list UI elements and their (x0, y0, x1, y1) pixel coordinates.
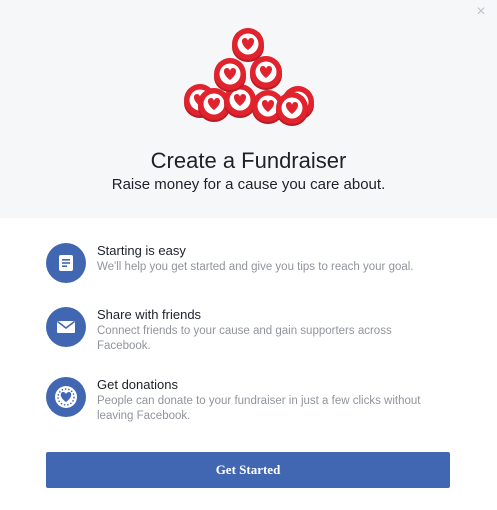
donation-heart-icon (46, 377, 86, 417)
get-started-button[interactable]: Get Started (46, 452, 450, 488)
hearts-pile-illustration (184, 28, 314, 126)
feature-title: Get donations (97, 377, 178, 392)
feature-description: People can donate to your fundraiser in … (97, 395, 421, 422)
feature-description: Connect friends to your cause and gain s… (97, 325, 392, 352)
fundraiser-dialog: × Create a Fundraiser Raise money for a … (0, 0, 497, 510)
feature-title: Share with friends (97, 307, 202, 322)
feature-title: Starting is easy (97, 243, 186, 258)
feature-description: We'll help you get started and give you … (97, 261, 414, 273)
close-icon[interactable]: × (473, 4, 489, 20)
hero-section: × Create a Fundraiser Raise money for a … (0, 0, 497, 218)
document-icon (46, 243, 86, 283)
page-subtitle: Raise money for a cause you care about. (111, 176, 386, 193)
envelope-icon (46, 307, 86, 347)
page-title: Create a Fundraiser (150, 148, 347, 173)
